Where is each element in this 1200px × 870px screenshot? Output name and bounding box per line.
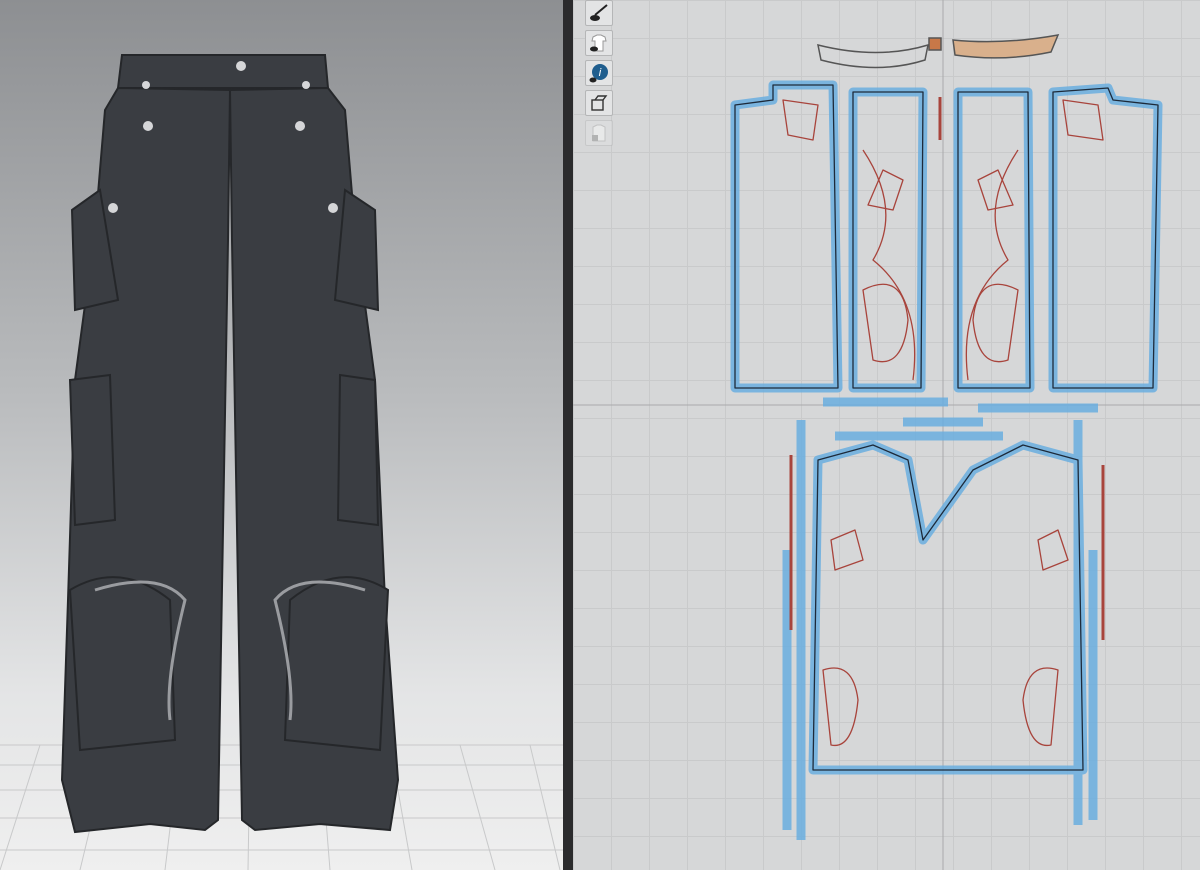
3d-scene [0, 54, 563, 870]
svg-text:i: i [598, 66, 601, 79]
lock-garment-icon [592, 124, 606, 142]
pattern-pieces[interactable] [730, 80, 1163, 840]
garment-visibility-icon [590, 34, 607, 52]
waistband-pieces[interactable] [817, 34, 1060, 69]
show-info-button[interactable]: i [585, 60, 613, 86]
layers-button[interactable] [585, 90, 613, 116]
3d-viewport[interactable] [0, 0, 563, 870]
info-visibility-icon: i [589, 64, 608, 83]
pen-visibility-icon [590, 4, 608, 21]
layers-icon [591, 95, 608, 111]
show-pen-button[interactable] [585, 0, 613, 26]
viewport-splitter[interactable] [563, 0, 573, 870]
2d-toolbar: i [585, 0, 615, 150]
show-garment-button[interactable] [585, 30, 613, 56]
2d-pattern-window[interactable]: i [573, 0, 1200, 870]
cargo-pants[interactable] [60, 54, 400, 834]
pattern-canvas [573, 0, 1200, 870]
lock-garment-button[interactable] [585, 120, 613, 146]
